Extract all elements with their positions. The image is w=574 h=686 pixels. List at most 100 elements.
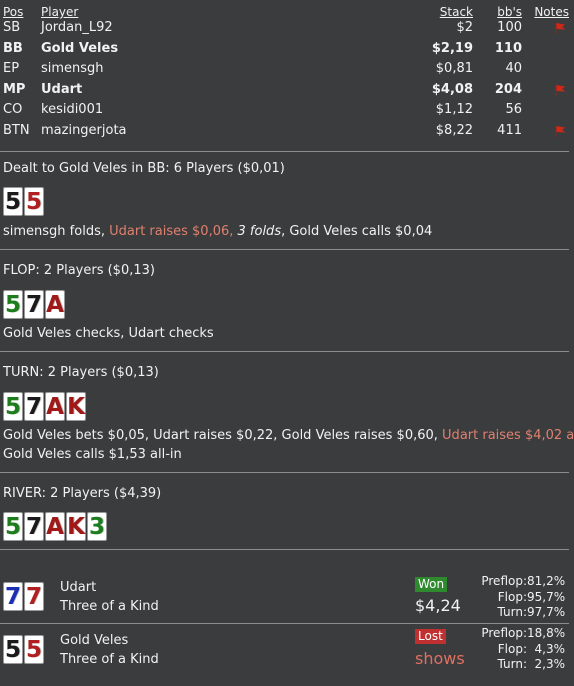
playing-card: K [66, 512, 86, 541]
result-hand: Three of a Kind [60, 599, 159, 614]
equity-value: 4,3% [534, 641, 566, 656]
equity-stats: Preflop:18,8% Flop: 4,3% Turn: 2,3% [481, 626, 565, 673]
playing-card: 5 [24, 187, 44, 216]
equity-label: Turn: [497, 657, 527, 671]
equity-row: Turn: 2,3% [481, 657, 565, 673]
turn-actions-line1: Gold Veles bets $0,05, Udart raises $0,2… [3, 426, 574, 445]
note-flag-icon[interactable] [553, 124, 567, 138]
player-name[interactable]: mazingerjota [41, 121, 127, 141]
players-table: Pos Player Stack bb's Notes SB Jordan_L92… [0, 0, 574, 141]
player-position: CO [3, 102, 23, 117]
preflop-title: Dealt to Gold Veles in BB: 6 Players ($0… [3, 161, 285, 176]
player-stack: $0,81 [435, 61, 473, 76]
playing-card: A [45, 392, 65, 421]
equity-value: 81,2% [527, 574, 566, 588]
showdown-cards-gold-veles: 55 [3, 635, 44, 664]
equity-row: Flop: 4,3% [481, 642, 565, 658]
equity-value: 2,3% [534, 657, 566, 671]
player-row[interactable]: CO kesidi001 $1,12 56 [0, 100, 574, 121]
playing-card: 7 [24, 582, 44, 611]
river-title: RIVER: 2 Players ($4,39) [3, 486, 162, 501]
player-row[interactable]: SB Jordan_L92 $2 100 [0, 18, 574, 39]
won-badge: Won [415, 577, 448, 592]
action-text: 3 folds [237, 224, 282, 239]
equity-label: Preflop: [481, 574, 527, 588]
playing-card: 3 [87, 512, 107, 541]
action-text: simensgh folds, [3, 224, 110, 239]
playing-card: K [66, 392, 86, 421]
playing-card: 5 [3, 290, 23, 319]
player-name[interactable]: Gold Veles [41, 39, 118, 59]
flop-actions: Gold Veles checks, Udart checks [3, 324, 214, 343]
playing-card: 7 [24, 290, 44, 319]
divider [0, 351, 569, 352]
player-bbs: 110 [494, 40, 522, 56]
preflop-actions: simensgh folds, Udart raises $0,06, 3 fo… [3, 222, 432, 241]
playing-card: 5 [3, 512, 23, 541]
turn-title: TURN: 2 Players ($0,13) [3, 365, 159, 380]
player-name[interactable]: Jordan_L92 [41, 18, 113, 38]
action-text: Gold Veles checks, Udart checks [3, 326, 214, 341]
player-stack: $4,08 [431, 81, 473, 97]
player-rows: SB Jordan_L92 $2 100 BB Gold Veles $2,19 110 EP s… [0, 18, 574, 141]
player-stack: $2 [456, 20, 473, 35]
playing-card: 5 [3, 392, 23, 421]
result-player-name[interactable]: Gold Veles [60, 633, 128, 648]
playing-card: 7 [24, 512, 44, 541]
player-row[interactable]: MP Udart $4,08 204 [0, 80, 574, 101]
player-bbs: 40 [505, 61, 522, 76]
player-name[interactable]: simensgh [41, 59, 104, 79]
player-position: BTN [3, 122, 30, 138]
action-text: Udart raises $0,06, [109, 224, 238, 239]
equity-value: 18,8% [527, 626, 566, 640]
action-text: Udart raises $4,02 all-in, [442, 428, 574, 443]
player-bbs: 411 [497, 122, 522, 138]
players-header: Pos Player Stack bb's Notes [0, 0, 574, 19]
equity-label: Preflop: [481, 626, 527, 640]
note-flag-icon[interactable] [553, 21, 567, 35]
divider [0, 151, 569, 152]
shows-label: shows [415, 649, 465, 668]
playing-card: A [45, 290, 65, 319]
equity-row: Flop:95,7% [481, 590, 565, 606]
player-stack: $8,22 [435, 122, 473, 138]
player-row[interactable]: BB Gold Veles $2,19 110 [0, 39, 574, 60]
equity-row: Preflop:18,8% [481, 626, 565, 642]
equity-label: Flop: [497, 589, 527, 604]
turn-cards: 57AK [3, 392, 86, 421]
playing-card: 5 [24, 635, 44, 664]
player-name[interactable]: Udart [41, 80, 82, 100]
divider [0, 472, 569, 473]
flop-title: FLOP: 2 Players ($0,13) [3, 263, 155, 278]
player-row[interactable]: BTN mazingerjota $8,22 411 [0, 121, 574, 142]
player-stack: $2,19 [431, 40, 473, 56]
note-flag-icon[interactable] [553, 83, 567, 97]
player-bbs: 204 [494, 81, 522, 97]
playing-card: A [45, 512, 65, 541]
equity-label: Turn: [497, 605, 527, 619]
divider [0, 623, 569, 624]
equity-label: Flop: [497, 641, 527, 656]
playing-card: 5 [3, 187, 23, 216]
playing-card: 7 [3, 582, 23, 611]
divider [0, 549, 569, 550]
lost-badge: Lost [415, 629, 446, 644]
equity-row: Preflop:81,2% [481, 574, 565, 590]
player-row[interactable]: EP simensgh $0,81 40 [0, 59, 574, 80]
result-hand: Three of a Kind [60, 652, 159, 667]
player-position: MP [3, 81, 26, 97]
player-bbs: 100 [497, 20, 522, 35]
won-amount: $4,24 [415, 596, 461, 615]
result-player-name[interactable]: Udart [60, 580, 96, 595]
equity-value: 95,7% [527, 589, 566, 604]
player-name[interactable]: kesidi001 [41, 100, 103, 120]
player-position: SB [3, 20, 21, 35]
player-bbs: 56 [505, 102, 522, 117]
player-position: EP [3, 61, 20, 76]
player-stack: $1,12 [435, 102, 473, 117]
equity-row: Turn:97,7% [481, 605, 566, 621]
hero-cards: 55 [3, 187, 44, 216]
showdown-cards-udart: 77 [3, 582, 44, 611]
equity-stats: Preflop:81,2% Flop:95,7% Turn:97,7% [481, 574, 565, 621]
action-text: Gold Veles bets $0,05, Udart raises $0,2… [3, 428, 443, 443]
